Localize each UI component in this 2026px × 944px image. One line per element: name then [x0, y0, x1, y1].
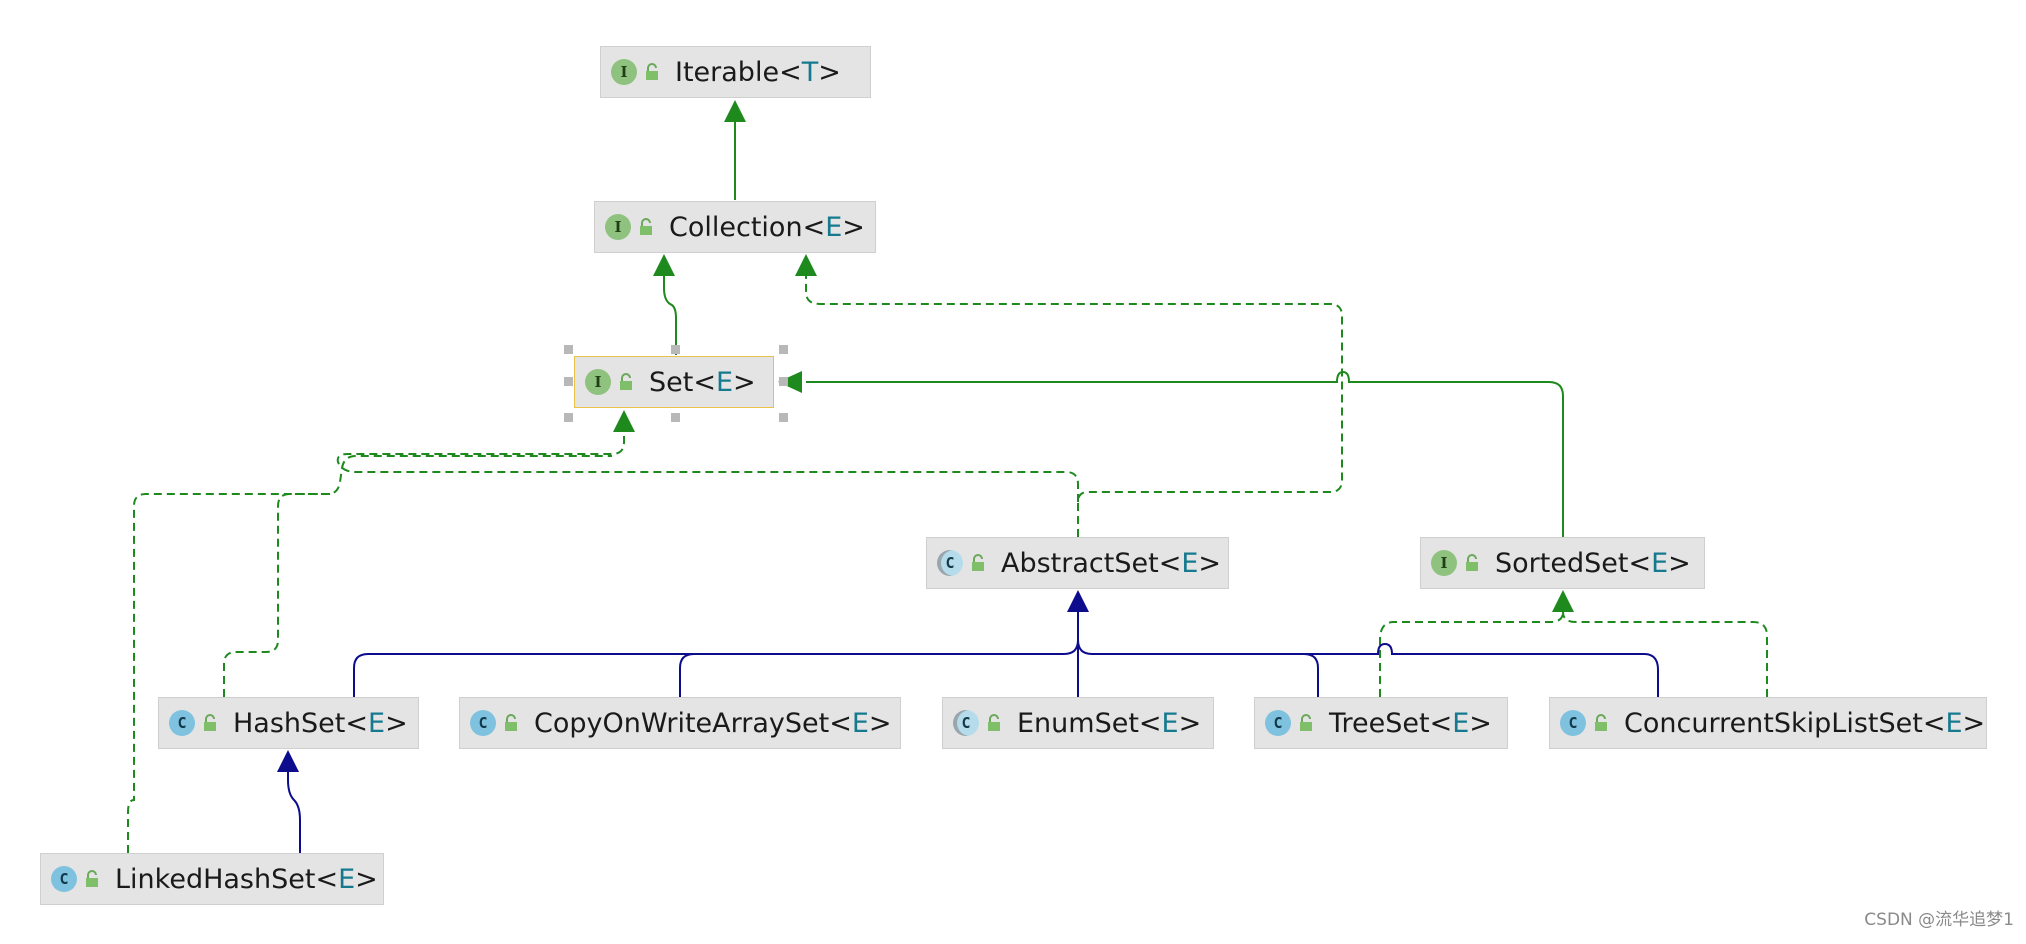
- arrowhead-hashset: [277, 750, 299, 772]
- selection-handle-top-middle[interactable]: [671, 345, 680, 354]
- open-lock-icon: [1466, 554, 1478, 571]
- open-lock-icon: [505, 714, 517, 731]
- arrowhead-iterable: [724, 100, 746, 122]
- selection-handle-top-right[interactable]: [779, 345, 788, 354]
- class-icon: C: [1265, 710, 1291, 736]
- edge-abstractset-set: [336, 432, 1079, 502]
- class-name: ConcurrentSkipListSet<E>: [1624, 707, 1986, 739]
- node-enum-set[interactable]: C EnumSet<E>: [942, 697, 1214, 749]
- edges-layer: [127, 100, 1768, 853]
- arrowhead-abstractset: [1067, 590, 1089, 612]
- edge-cowset-abstractset: [679, 653, 1064, 697]
- open-lock-icon: [988, 714, 1000, 731]
- edge-hashset-set: [223, 455, 612, 697]
- edge-sortedset-set: [806, 370, 1564, 537]
- class-icon: C: [1560, 710, 1586, 736]
- watermark: CSDN @流华追梦1: [1864, 910, 2014, 930]
- class-name: Collection<E>: [669, 211, 865, 243]
- open-lock-icon: [86, 870, 98, 887]
- class-name: HashSet<E>: [233, 707, 408, 739]
- arrowhead-set-bottom: [613, 410, 635, 432]
- open-lock-icon: [1595, 714, 1607, 731]
- arrowhead-sortedset: [1552, 590, 1574, 612]
- open-lock-icon: [646, 63, 658, 80]
- edge-linkedhashset-set: [127, 493, 330, 853]
- node-concurrent-skip-list-set[interactable]: C ConcurrentSkipListSet<E>: [1549, 697, 1987, 749]
- interface-icon: I: [1431, 550, 1457, 576]
- edge-cslset-abstractset: [1092, 642, 1659, 697]
- node-collection[interactable]: I Collection<E>: [594, 201, 876, 253]
- selection-handle-bottom-left[interactable]: [564, 413, 573, 422]
- class-name: AbstractSet<E>: [1001, 547, 1221, 579]
- node-iterable[interactable]: I Iterable<T>: [600, 46, 871, 98]
- open-lock-icon: [620, 373, 632, 390]
- node-abstract-set[interactable]: C AbstractSet<E>: [926, 537, 1229, 589]
- interface-icon: I: [605, 214, 631, 240]
- interface-icon: I: [585, 369, 611, 395]
- class-name: Set<E>: [649, 366, 756, 398]
- selection-handle-top-left[interactable]: [564, 345, 573, 354]
- abstract-class-icon: C: [953, 710, 979, 736]
- class-name: TreeSet<E>: [1329, 707, 1492, 739]
- edge-treeset-abstractset: [1077, 639, 1319, 697]
- selection-handle-middle-right[interactable]: [779, 377, 788, 386]
- edge-abstractset-collection: [805, 276, 1343, 537]
- selection-handle-middle-left[interactable]: [564, 377, 573, 386]
- edge-linkedhashset-hashset: [287, 772, 301, 853]
- abstract-class-icon: C: [937, 550, 963, 576]
- diagram-canvas: I Iterable<T> I Collection<E> I Set<E> C…: [0, 0, 2026, 944]
- node-set[interactable]: I Set<E>: [574, 356, 774, 408]
- open-lock-icon: [640, 218, 652, 235]
- open-lock-icon: [972, 554, 984, 571]
- class-icon: C: [470, 710, 496, 736]
- class-name: SortedSet<E>: [1495, 547, 1691, 579]
- node-tree-set[interactable]: C TreeSet<E>: [1254, 697, 1508, 749]
- edge-set-collection: [663, 276, 677, 355]
- class-name: Iterable<T>: [675, 56, 841, 88]
- node-sorted-set[interactable]: I SortedSet<E>: [1420, 537, 1705, 589]
- arrowhead-collection-right: [795, 254, 817, 276]
- arrowhead-collection-left: [653, 254, 675, 276]
- open-lock-icon: [1300, 714, 1312, 731]
- class-icon: C: [169, 710, 195, 736]
- interface-icon: I: [611, 59, 637, 85]
- node-copy-on-write-array-set[interactable]: C CopyOnWriteArraySet<E>: [459, 697, 901, 749]
- node-linked-hash-set[interactable]: C LinkedHashSet<E>: [40, 853, 384, 905]
- selection-handle-bottom-middle[interactable]: [671, 413, 680, 422]
- class-name: LinkedHashSet<E>: [115, 863, 378, 895]
- class-icon: C: [51, 866, 77, 892]
- node-hash-set[interactable]: C HashSet<E>: [158, 697, 419, 749]
- selection-handle-bottom-right[interactable]: [779, 413, 788, 422]
- class-name: CopyOnWriteArraySet<E>: [534, 707, 892, 739]
- open-lock-icon: [204, 714, 216, 731]
- class-name: EnumSet<E>: [1017, 707, 1202, 739]
